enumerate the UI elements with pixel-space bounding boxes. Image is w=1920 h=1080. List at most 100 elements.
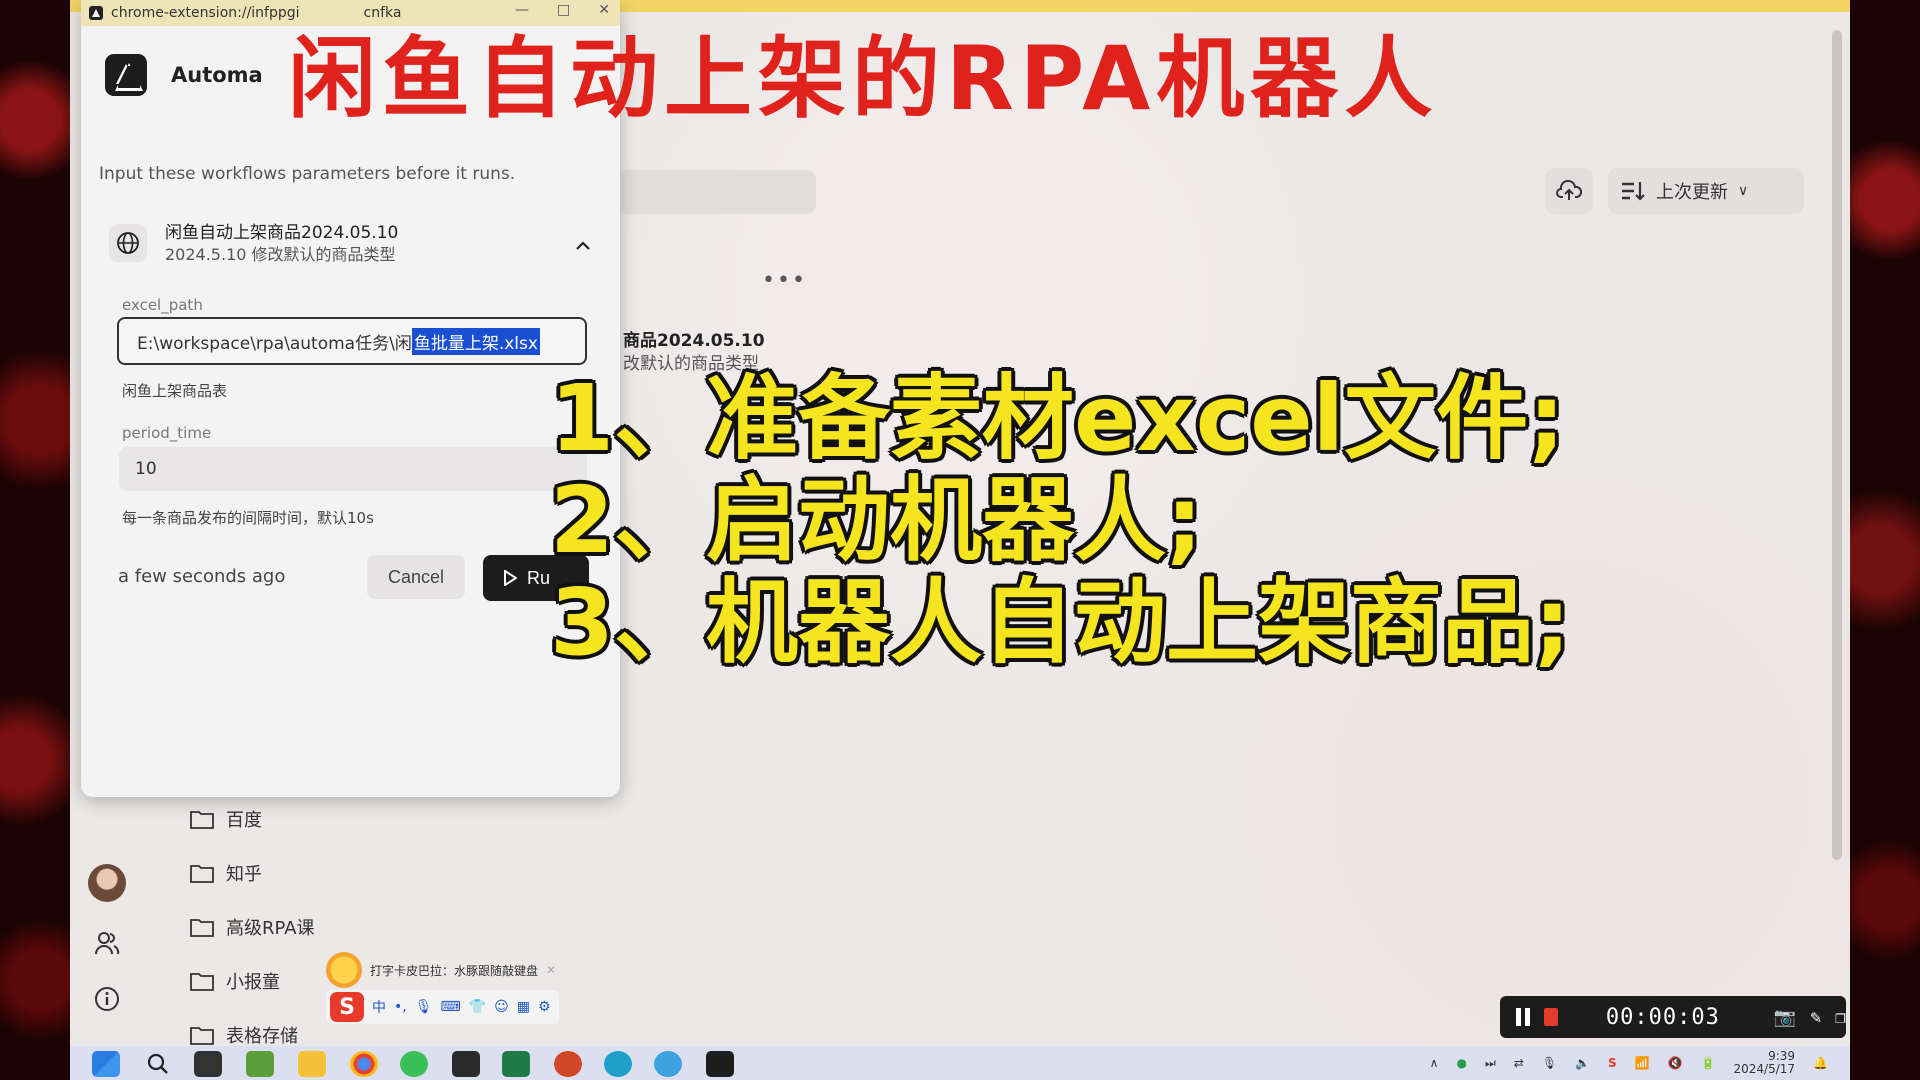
folder-item-rpa-course[interactable]: 高级RPA课 <box>190 914 315 940</box>
settings-icon[interactable]: ⚙ <box>538 999 551 1015</box>
automa-logo-icon <box>105 54 147 96</box>
stop-icon[interactable] <box>1544 1008 1558 1026</box>
screen: 上次更新 ∨ ••• 商品2024.05.10 改默认的商品类型 百度 知乎 高… <box>70 0 1850 1080</box>
background-search-input[interactable] <box>618 170 816 214</box>
folder-item-xiaobaotong[interactable]: 小报童 <box>190 968 280 994</box>
ime-tip-text: 打字卡皮巴拉：水豚跟随敲键盘 <box>370 963 539 978</box>
excel-path-value: E:\workspace\rpa\automa任务\闲 <box>137 333 412 354</box>
powerpoint-icon[interactable] <box>554 1051 582 1077</box>
wallpaper-right <box>1850 0 1920 1080</box>
folder-icon <box>190 865 214 883</box>
recording-time: 00:00:03 <box>1605 1004 1720 1030</box>
taskbar: ∧ ● ⏭ ⇄ 🎙 🔈 S 📶 🔇 🔋 9:39 2024/5/17 🔔 <box>70 1046 1850 1080</box>
globe-icon <box>109 224 147 262</box>
network-status-icon[interactable]: ● <box>1456 1056 1466 1070</box>
wallpaper-left <box>0 0 70 1080</box>
camera-icon[interactable]: 📷 <box>1774 1007 1796 1028</box>
period-time-hint: 每一条商品发布的间隔时间，默认10s <box>122 509 374 527</box>
sort-select[interactable]: 上次更新 ∨ <box>1608 168 1804 214</box>
keyboard-icon[interactable]: ⌨ <box>441 999 461 1015</box>
sogou-logo-icon[interactable]: S <box>330 992 364 1022</box>
excel-path-selection: 鱼批量上架.xlsx <box>411 327 540 355</box>
chevron-up-icon[interactable]: ∧ <box>1430 1056 1439 1070</box>
media-icon[interactable]: ⏭ <box>1485 1056 1496 1071</box>
screen-recorder: 00:00:03 📷 ✎ ❐ <box>1500 996 1846 1038</box>
ime-mode[interactable]: 中 <box>372 997 386 1017</box>
excel-path-hint: 闲鱼上架商品表 <box>122 382 228 400</box>
notification-icon[interactable]: 🔔 <box>1813 1056 1828 1070</box>
run-label: Ru <box>527 567 551 588</box>
grid-icon[interactable]: ▦ <box>517 999 530 1015</box>
volume-icon[interactable]: 🔇 <box>1668 1056 1683 1070</box>
system-tray: ∧ ● ⏭ ⇄ 🎙 🔈 S 📶 🔇 🔋 9:39 2024/5/17 🔔 <box>1430 1050 1828 1076</box>
sogou-tray-icon[interactable]: S <box>1608 1056 1617 1070</box>
folder-icon <box>190 919 214 937</box>
excel-path-input[interactable]: E:\workspace\rpa\automa任务\闲 鱼批量上架.xlsx <box>117 317 587 365</box>
wifi-icon[interactable]: 📶 <box>1635 1056 1650 1070</box>
period-time-value: 10 <box>135 459 157 479</box>
speaker-icon[interactable]: 🔈 <box>1575 1056 1590 1070</box>
pause-icon[interactable] <box>1516 1008 1531 1026</box>
scrollbar[interactable] <box>1832 30 1842 860</box>
windows-start-icon[interactable] <box>92 1051 120 1077</box>
period-time-input[interactable]: 10 <box>119 447 587 491</box>
cloud-upload-icon <box>1556 180 1582 200</box>
folder-item-baidu[interactable]: 百度 <box>190 806 262 832</box>
workflow-header[interactable]: 闲鱼自动上架商品2024.05.10 2024.5.10 修改默认的商品类型 <box>109 222 597 266</box>
clock-date: 2024/5/17 <box>1733 1062 1796 1076</box>
cloud-upload-button[interactable] <box>1545 168 1593 214</box>
automa-small-icon <box>89 6 103 20</box>
pen-icon[interactable]: ✎ <box>1810 1007 1821 1028</box>
app-icon-1[interactable] <box>246 1051 274 1077</box>
browser-icon[interactable] <box>654 1051 682 1077</box>
play-icon <box>504 570 517 586</box>
task-view-icon[interactable] <box>194 1051 222 1077</box>
chrome-icon[interactable] <box>350 1051 378 1077</box>
workflow-desc: 2024.5.10 修改默认的商品类型 <box>165 245 396 264</box>
chat-icon[interactable]: ☺ <box>494 999 509 1015</box>
folder-item-table-storage[interactable]: 表格存储 <box>190 1022 298 1048</box>
app-header: Automa <box>105 54 263 96</box>
chevron-down-icon: ∨ <box>1738 183 1749 199</box>
avatar[interactable] <box>88 864 126 902</box>
skin-icon[interactable]: 👕 <box>469 999 486 1015</box>
automa-taskbar-icon[interactable] <box>706 1051 734 1077</box>
window-icon[interactable]: ❐ <box>1835 1007 1846 1028</box>
workflow-card-title[interactable]: 商品2024.05.10 <box>623 326 765 351</box>
period-time-label: period_time <box>122 424 212 442</box>
step-3: 3、机器人自动上架商品; <box>550 569 1571 676</box>
sort-label: 上次更新 <box>1656 182 1728 203</box>
search-icon[interactable] <box>144 1051 172 1077</box>
microphone-icon[interactable]: 🎙 <box>415 999 433 1015</box>
more-options-icon[interactable]: ••• <box>762 268 807 293</box>
users-icon[interactable] <box>92 928 122 958</box>
excel-path-label: excel_path <box>122 296 203 314</box>
terminal-icon[interactable] <box>452 1051 480 1077</box>
wechat-icon[interactable] <box>400 1051 428 1077</box>
video-title-overlay: 闲鱼自动上架的RPA机器人 <box>288 27 1439 130</box>
file-explorer-icon[interactable] <box>298 1051 326 1077</box>
cancel-button[interactable]: Cancel <box>367 555 465 599</box>
excel-icon[interactable] <box>502 1051 530 1077</box>
transfer-icon[interactable]: ⇄ <box>1514 1056 1524 1070</box>
folder-icon <box>190 811 214 829</box>
ime-tip: 打字卡皮巴拉：水豚跟随敲键盘 ✕ <box>326 952 556 988</box>
punctuation-icon[interactable]: •, <box>394 999 407 1015</box>
intro-text: Input these workflows parameters before … <box>99 164 516 184</box>
timestamp: a few seconds ago <box>118 566 286 587</box>
workflow-name: 闲鱼自动上架商品2024.05.10 <box>165 223 399 243</box>
sun-icon <box>326 952 362 988</box>
folder-item-zhihu[interactable]: 知乎 <box>190 860 262 886</box>
app-name: Automa <box>171 63 263 87</box>
close-icon[interactable]: ✕ <box>546 963 556 977</box>
step-2: 2、启动机器人; <box>550 467 1203 574</box>
step-1: 1、准备素材excel文件; <box>550 365 1566 472</box>
popup-url: chrome-extension://infppgi <box>111 5 300 21</box>
chevron-up-icon[interactable] <box>575 236 591 255</box>
battery-icon[interactable]: 🔋 <box>1701 1056 1716 1070</box>
info-icon[interactable] <box>92 984 122 1014</box>
steps-overlay: 1、准备素材excel文件; 2、启动机器人; 3、机器人自动上架商品; <box>550 368 1571 674</box>
microphone-icon[interactable]: 🎙 <box>1542 1056 1557 1070</box>
clock[interactable]: 9:39 2024/5/17 <box>1734 1050 1796 1076</box>
edge-icon[interactable] <box>604 1051 632 1077</box>
